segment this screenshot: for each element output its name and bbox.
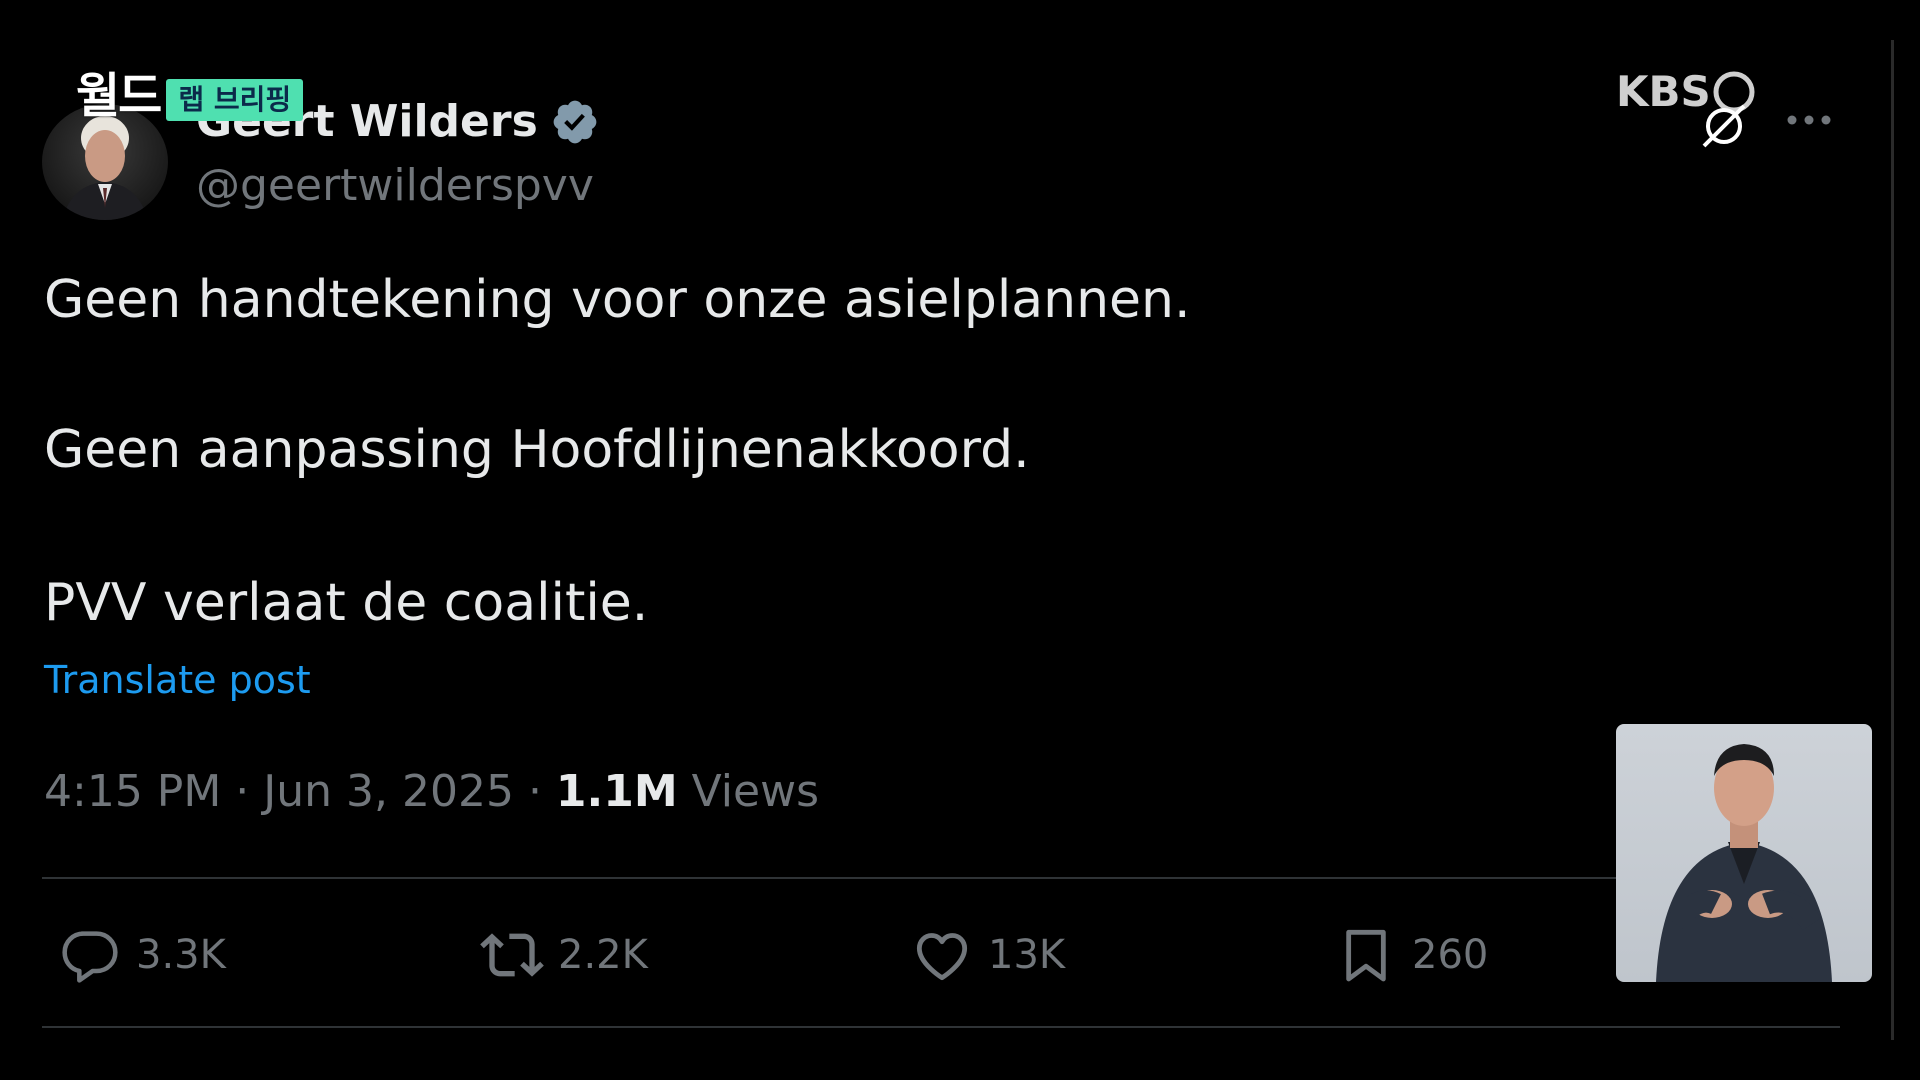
channel-name: KBS: [1616, 67, 1711, 116]
bookmark-icon: [1346, 929, 1386, 982]
reply-icon: [62, 931, 118, 983]
reply-button[interactable]: 3.3K: [58, 920, 226, 990]
repost-icon: [480, 933, 544, 977]
tweet-text-line: PVV verlaat de coalitie.: [44, 573, 649, 633]
bookmark-count: 260: [1412, 932, 1489, 978]
divider: [42, 877, 1840, 879]
video-frame: 월드 랩 브리핑 KBS Geert Wilders @geertwilders…: [0, 0, 1920, 1080]
tweet-text-line: Geen handtekening voor onze asielplannen…: [44, 270, 1191, 330]
meta-separator: ·: [221, 766, 264, 817]
tweet-time[interactable]: 4:15 PM: [44, 766, 221, 817]
repost-button[interactable]: 2.2K: [480, 920, 648, 990]
program-name: 월드: [76, 68, 162, 124]
views-count: 1.1M: [555, 766, 678, 817]
edge-divider: [1891, 40, 1894, 1040]
interpreter-figure-icon: [1656, 744, 1832, 982]
like-icon: [916, 933, 968, 981]
like-count: 13K: [988, 932, 1066, 978]
verified-badge-icon: [553, 100, 597, 143]
tweet-date[interactable]: Jun 3, 2025: [263, 766, 514, 817]
repost-count: 2.2K: [558, 932, 648, 978]
reply-count: 3.3K: [136, 932, 226, 978]
kbs-logo-icon: KBS: [1616, 67, 1755, 148]
channel-logo: KBS: [1616, 64, 1766, 154]
views-label: Views: [691, 766, 819, 817]
segment-tag: 랩 브리핑: [166, 79, 304, 121]
user-handle[interactable]: @geertwilderspvv: [196, 160, 594, 211]
more-icon[interactable]: [1784, 110, 1834, 130]
sign-language-interpreter: [1616, 724, 1872, 982]
broadcast-title: 월드 랩 브리핑: [76, 68, 304, 124]
like-button[interactable]: 13K: [910, 920, 1065, 990]
tweet-meta: 4:15 PM · Jun 3, 2025 · 1.1M Views: [44, 766, 819, 817]
tweet-text-line: Geen aanpassing Hoofdlijnenakkoord.: [44, 420, 1030, 480]
translate-post-link[interactable]: Translate post: [44, 658, 311, 702]
divider: [42, 1026, 1840, 1028]
bookmark-button[interactable]: 260: [1334, 920, 1488, 990]
meta-separator: ·: [513, 766, 556, 817]
